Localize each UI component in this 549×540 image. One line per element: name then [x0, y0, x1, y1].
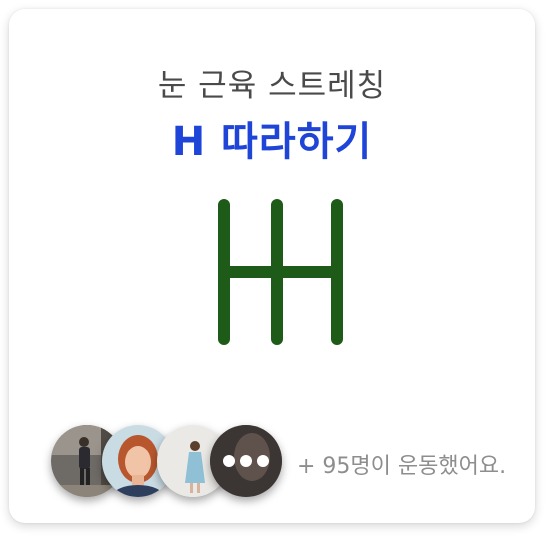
- participants-row: + 95명이 운동했어요.: [49, 425, 529, 499]
- ellipsis-icon: [210, 425, 282, 497]
- more-participants-button[interactable]: [210, 425, 282, 497]
- participant-count-text: + 95명이 운동했어요.: [297, 454, 507, 479]
- card-title: H 따라하기: [171, 119, 373, 165]
- card-subtitle: 눈 근육 스트레칭: [157, 68, 387, 104]
- exercise-card[interactable]: 눈 근육 스트레칭 H 따라하기 + 95명이 운동했어요.: [9, 9, 535, 523]
- h-letter-shape-icon: [218, 199, 343, 345]
